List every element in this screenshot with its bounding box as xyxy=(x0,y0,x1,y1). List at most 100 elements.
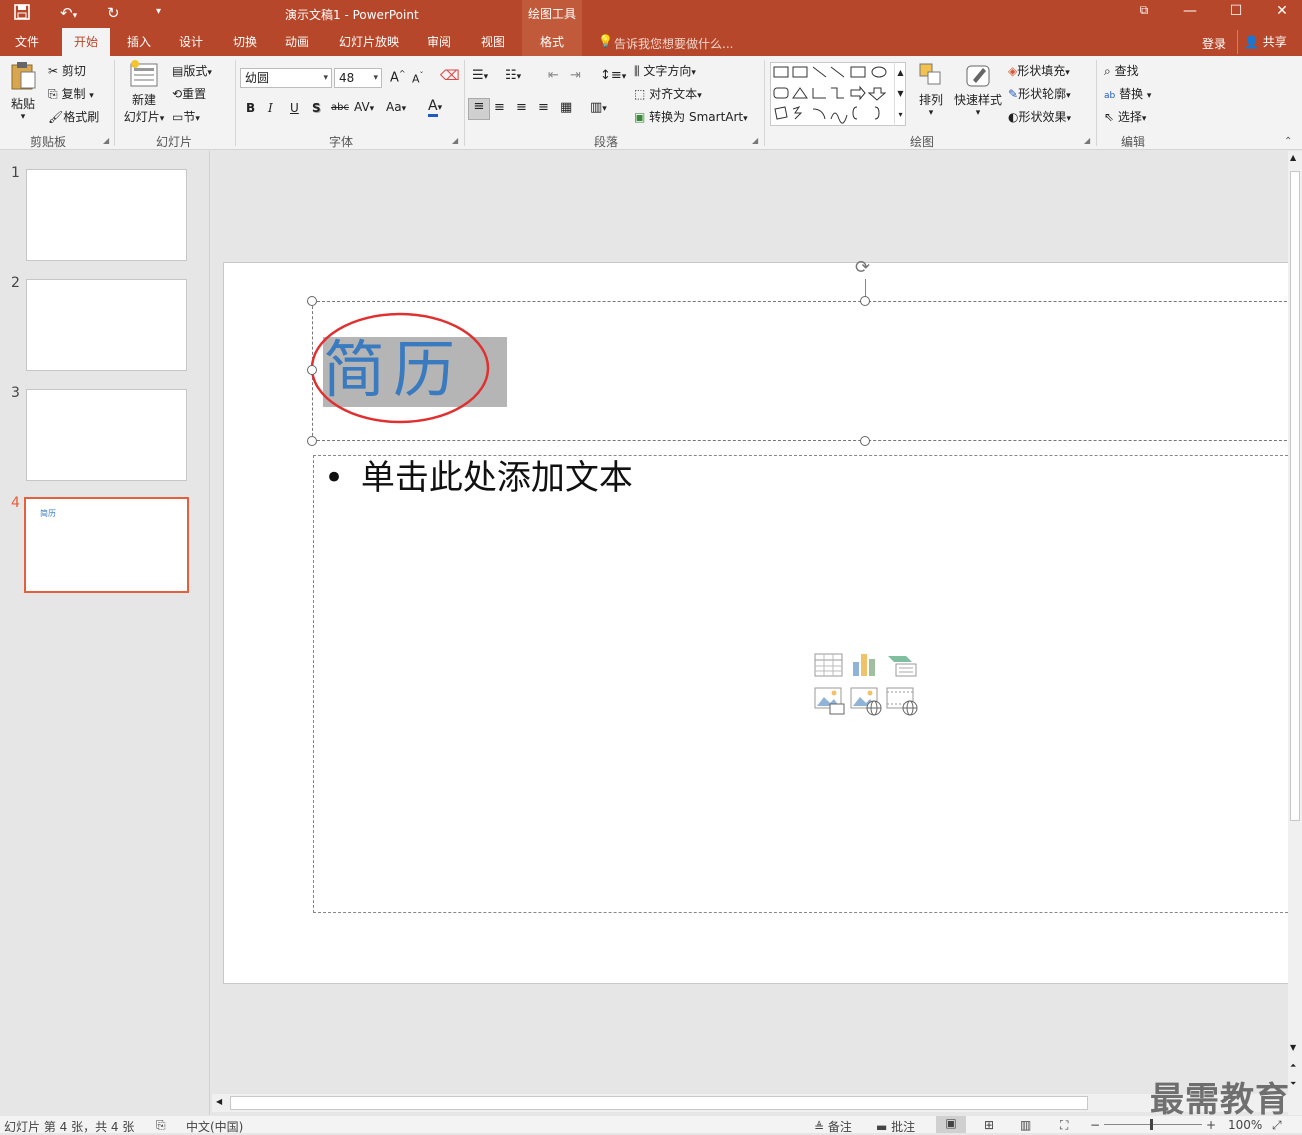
distributed-icon[interactable]: ▦ xyxy=(560,100,572,115)
maximize-button[interactable]: ☐ xyxy=(1226,3,1246,19)
language-indicator[interactable]: 中文(中国) xyxy=(186,1118,243,1135)
new-slide-button[interactable]: 新建 幻灯片▾ xyxy=(120,60,168,125)
insert-picture-icon[interactable] xyxy=(814,686,846,716)
spell-check-icon[interactable]: ⎘ xyxy=(156,1118,166,1133)
arrange-button[interactable]: 排列 ▾ xyxy=(916,62,946,118)
title-placeholder[interactable]: 简历 xyxy=(310,301,1302,441)
tab-review[interactable]: 审阅 xyxy=(416,28,462,56)
resize-handle[interactable] xyxy=(307,365,317,375)
slide-thumbnail-2[interactable] xyxy=(26,279,187,371)
decrease-indent-icon[interactable]: ⇤ xyxy=(548,68,559,83)
save-icon[interactable] xyxy=(14,4,30,24)
resize-handle[interactable] xyxy=(860,436,870,446)
tab-format[interactable]: 格式 xyxy=(522,28,582,56)
resize-handle[interactable] xyxy=(307,296,317,306)
dialog-launcher-icon[interactable]: ◢ xyxy=(752,136,758,145)
scroll-left-icon[interactable]: ◀ xyxy=(216,1097,222,1106)
zoom-slider-thumb[interactable] xyxy=(1150,1119,1153,1130)
insert-smartart-icon[interactable] xyxy=(886,652,918,678)
notes-button[interactable]: ≜ 备注 xyxy=(814,1118,852,1135)
replace-button[interactable]: ab 替换 ▾ xyxy=(1104,85,1151,102)
redo-icon[interactable]: ↻ xyxy=(107,4,120,22)
strikethrough-icon[interactable]: abc xyxy=(331,102,349,113)
numbering-icon[interactable]: ☷▾ xyxy=(505,68,521,83)
columns-icon[interactable]: ▥▾ xyxy=(590,100,607,115)
tab-view[interactable]: 视图 xyxy=(470,28,516,56)
share-button[interactable]: 👤 共享 xyxy=(1237,30,1301,54)
clear-formatting-icon[interactable]: ⌫ xyxy=(440,68,460,84)
quick-styles-button[interactable]: 快速样式 ▾ xyxy=(952,62,1004,118)
tab-home[interactable]: 开始 xyxy=(62,28,110,56)
comments-button[interactable]: ▬ 批注 xyxy=(876,1118,915,1135)
shape-outline-button[interactable]: ✎形状轮廓▾ xyxy=(1008,85,1071,102)
minimize-button[interactable]: — xyxy=(1180,3,1200,19)
vertical-scroll-thumb[interactable] xyxy=(1290,171,1300,821)
reset-button[interactable]: ⟲重置 xyxy=(172,85,206,102)
shape-fill-button[interactable]: ◈形状填充▾ xyxy=(1008,62,1070,79)
justify-icon[interactable]: ≡ xyxy=(538,100,549,115)
shape-effects-button[interactable]: ◐形状效果▾ xyxy=(1008,108,1071,125)
align-right-icon[interactable]: ≡ xyxy=(516,100,527,115)
italic-icon[interactable]: I xyxy=(268,101,273,115)
signin-link[interactable]: 登录 xyxy=(1202,35,1226,52)
resize-handle[interactable] xyxy=(307,436,317,446)
shrink-font-icon[interactable]: Aˇ xyxy=(412,71,424,86)
insert-video-icon[interactable] xyxy=(886,686,918,716)
dialog-launcher-icon[interactable]: ◢ xyxy=(452,136,458,145)
format-painter-button[interactable]: 🖌格式刷 xyxy=(48,108,99,125)
tab-animations[interactable]: 动画 xyxy=(274,28,320,56)
customize-quick-access-icon[interactable]: ▾ xyxy=(156,6,161,17)
previous-slide-icon[interactable]: ⏶ xyxy=(1290,1061,1296,1071)
zoom-level[interactable]: 100% xyxy=(1228,1118,1262,1132)
resize-handle[interactable] xyxy=(860,296,870,306)
shapes-gallery-scroll[interactable]: ▲ ▼ ▾ xyxy=(894,62,906,126)
normal-view-icon[interactable]: ▣ xyxy=(936,1116,966,1133)
slide-canvas[interactable]: ⟳ 简历 • 单击此处添加文本 xyxy=(223,257,1302,984)
horizontal-scroll-thumb[interactable] xyxy=(230,1096,1088,1110)
slide-thumbnail-1[interactable] xyxy=(26,169,187,261)
vertical-scrollbar[interactable]: ▲ ▼ ⏶ ⏷ xyxy=(1288,151,1302,1115)
font-color-icon[interactable]: A▾ xyxy=(428,98,442,117)
convert-smartart-button[interactable]: ▣ 转换为 SmartArt▾ xyxy=(634,108,748,125)
slide-sorter-icon[interactable]: ⊞ xyxy=(984,1118,994,1132)
select-button[interactable]: ⇖ 选择▾ xyxy=(1104,108,1146,125)
content-placeholder[interactable]: • 单击此处添加文本 xyxy=(313,455,1302,913)
layout-button[interactable]: ▤版式▾ xyxy=(172,62,212,79)
line-spacing-icon[interactable]: ↕≡▾ xyxy=(600,68,626,83)
tab-file[interactable]: 文件 xyxy=(4,28,50,56)
next-slide-icon[interactable]: ⏷ xyxy=(1290,1079,1296,1089)
tell-me-input[interactable]: 告诉我您想要做什么... xyxy=(614,35,733,52)
paste-button[interactable]: 粘贴 ▾ xyxy=(8,60,38,122)
tab-insert[interactable]: 插入 xyxy=(116,28,162,56)
insert-online-picture-icon[interactable] xyxy=(850,686,882,716)
fit-to-window-icon[interactable]: ⤢ xyxy=(1272,1118,1282,1133)
copy-button[interactable]: ⎘ 复制 ▾ xyxy=(48,85,94,102)
bullets-icon[interactable]: ☰▾ xyxy=(472,68,488,83)
rotate-handle-icon[interactable]: ⟳ xyxy=(855,257,870,278)
undo-icon[interactable]: ↶▾ xyxy=(60,4,77,22)
dialog-launcher-icon[interactable]: ◢ xyxy=(1084,136,1090,145)
cut-button[interactable]: ✂ 剪切 xyxy=(48,62,86,79)
tab-slideshow[interactable]: 幻灯片放映 xyxy=(332,28,406,56)
zoom-in-icon[interactable]: + xyxy=(1206,1118,1216,1132)
zoom-out-icon[interactable]: − xyxy=(1090,1118,1100,1132)
slide-thumbnail-3[interactable] xyxy=(26,389,187,481)
collapse-ribbon-icon[interactable]: ⌃ xyxy=(1284,136,1292,147)
slideshow-icon[interactable]: ⛶ xyxy=(1060,1118,1068,1133)
tab-transitions[interactable]: 切换 xyxy=(222,28,268,56)
shapes-gallery[interactable] xyxy=(770,62,906,126)
shadow-icon[interactable]: S xyxy=(312,101,321,115)
insert-table-icon[interactable] xyxy=(814,652,844,678)
find-button[interactable]: ⌕ 查找 xyxy=(1104,62,1139,79)
tab-design[interactable]: 设计 xyxy=(168,28,214,56)
font-name-combo[interactable]: 幼圆 ▾ xyxy=(240,68,332,88)
dialog-launcher-icon[interactable]: ◢ xyxy=(103,136,109,145)
section-button[interactable]: ▭节▾ xyxy=(172,108,200,125)
char-spacing-icon[interactable]: AV▾ xyxy=(354,100,374,114)
grow-font-icon[interactable]: A^ xyxy=(390,69,406,85)
insert-chart-icon[interactable] xyxy=(850,652,880,678)
increase-indent-icon[interactable]: ⇥ xyxy=(570,68,581,83)
align-left-icon[interactable]: ≡ xyxy=(468,98,490,120)
underline-icon[interactable]: U xyxy=(290,101,299,115)
align-center-icon[interactable]: ≡ xyxy=(494,100,505,115)
